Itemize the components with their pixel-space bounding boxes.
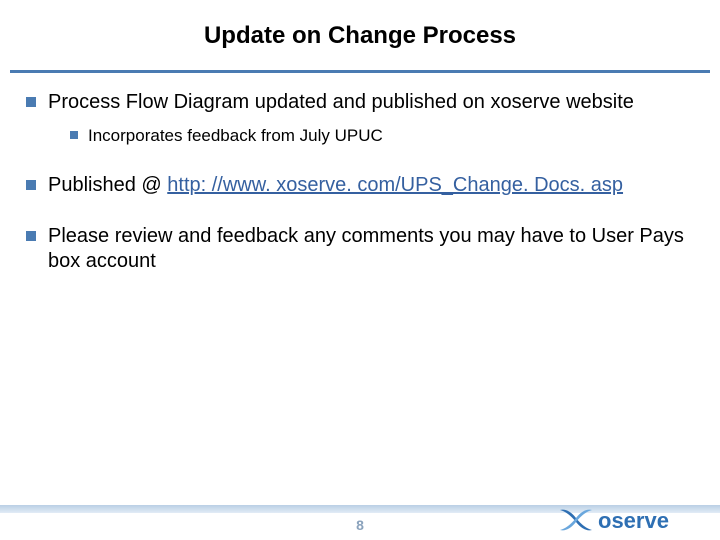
- slide-title: Update on Change Process: [0, 0, 720, 68]
- bullet-item: Process Flow Diagram updated and publish…: [26, 90, 700, 147]
- bullet-text-prefix: Published @: [48, 174, 167, 196]
- xoserve-logo: oserve: [558, 506, 708, 536]
- bullet-list-level2: Incorporates feedback from July UPUC: [48, 125, 700, 147]
- sub-bullet-text: Incorporates feedback from July UPUC: [88, 126, 383, 145]
- bullet-item: Published @ http: //www. xoserve. com/UP…: [26, 173, 700, 198]
- bullet-text: Process Flow Diagram updated and publish…: [48, 91, 634, 113]
- bullet-item: Please review and feedback any comments …: [26, 224, 700, 274]
- footer-bar: 8 oserve: [0, 513, 720, 540]
- title-underline: [10, 70, 710, 73]
- footer: 8 oserve: [0, 505, 720, 540]
- logo-text: oserve: [598, 508, 669, 533]
- bullet-text: Please review and feedback any comments …: [48, 225, 684, 272]
- slide: Update on Change Process Process Flow Di…: [0, 0, 720, 540]
- bullet-list-level1: Process Flow Diagram updated and publish…: [26, 90, 700, 274]
- sub-bullet-item: Incorporates feedback from July UPUC: [70, 125, 700, 147]
- slide-content: Process Flow Diagram updated and publish…: [26, 90, 700, 300]
- logo-x-icon: [560, 510, 592, 531]
- published-url-link[interactable]: http: //www. xoserve. com/UPS_Change. Do…: [167, 174, 623, 196]
